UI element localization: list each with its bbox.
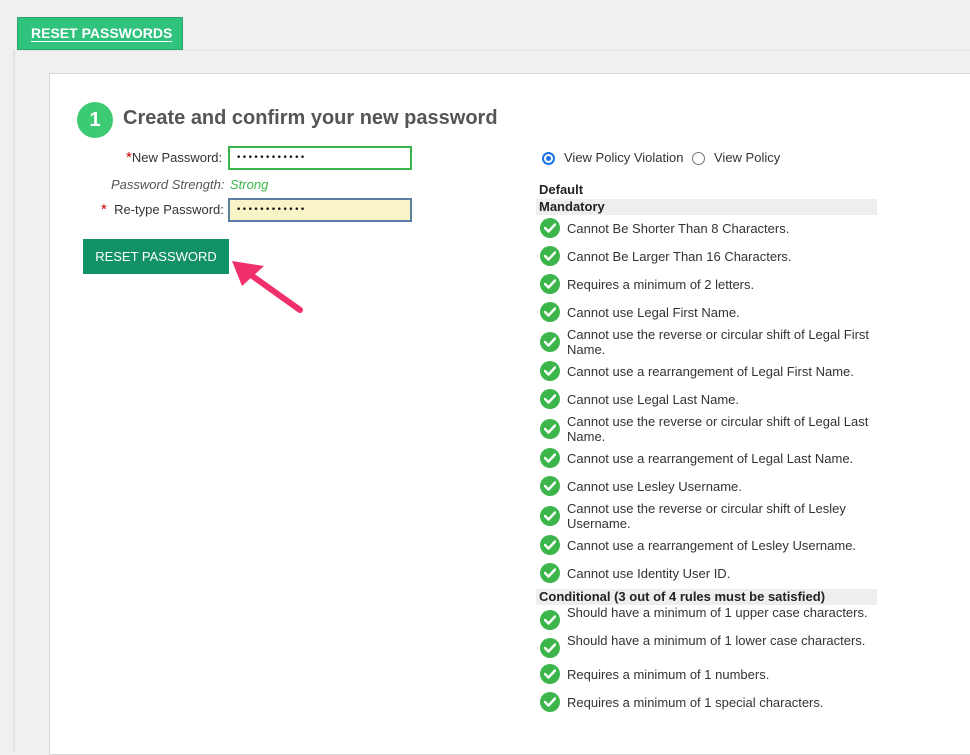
check-icon — [540, 506, 560, 526]
rule-text: Requires a minimum of 1 numbers. — [567, 667, 770, 682]
page-title: Create and confirm your new password — [123, 107, 498, 129]
check-icon — [540, 563, 560, 583]
check-icon — [540, 692, 560, 712]
rule-text: Cannot use Legal Last Name. — [567, 392, 739, 407]
conditional-heading: Conditional (3 out of 4 rules must be sa… — [536, 589, 877, 605]
password-strength-label: Password Strength: — [111, 177, 225, 192]
rule-text: Should have a minimum of 1 lower case ch… — [567, 633, 866, 648]
rule-text: Should have a minimum of 1 upper case ch… — [567, 605, 868, 620]
rule-text: Requires a minimum of 2 letters. — [567, 277, 755, 292]
policy-name: Default — [539, 182, 584, 197]
pointer-arrow-icon — [232, 261, 303, 313]
check-icon — [540, 448, 560, 468]
password-strength-value: Strong — [230, 177, 269, 192]
check-icon — [540, 535, 560, 555]
rule-text: Cannot use the reverse or circular shift… — [567, 327, 870, 357]
rule-text: Cannot use the reverse or circular shift… — [567, 501, 846, 531]
check-icon — [540, 332, 560, 352]
check-icon — [540, 274, 560, 294]
mandatory-heading: Mandatory — [536, 199, 877, 215]
rule-text: Cannot use a rearrangement of Legal Last… — [567, 451, 854, 466]
step-number-badge: 1 — [77, 102, 113, 138]
check-icon — [540, 246, 560, 266]
new-password-field[interactable] — [228, 146, 412, 170]
check-icon — [540, 476, 560, 496]
tab-label: RESET PASSWORDS — [31, 25, 173, 41]
check-icon — [540, 664, 560, 684]
view-policy-label[interactable]: View Policy — [714, 150, 780, 165]
check-icon — [540, 610, 560, 630]
rule-text: Requires a minimum of 1 special characte… — [567, 695, 824, 710]
check-icon — [540, 302, 560, 322]
retype-password-label: Re-type Password: — [114, 202, 224, 217]
rule-text: Cannot use Legal First Name. — [567, 305, 740, 320]
view-policy-violation-label[interactable]: View Policy Violation — [564, 150, 683, 165]
rule-text: Cannot use a rearrangement of Lesley Use… — [567, 538, 857, 553]
check-icon — [540, 389, 560, 409]
required-asterisk: * — [101, 201, 107, 218]
reset-passwords-tab[interactable]: RESET PASSWORDS — [17, 17, 183, 50]
rule-text: Cannot use Lesley Username. — [567, 479, 742, 494]
rule-text: Cannot use a rearrangement of Legal Firs… — [567, 364, 854, 379]
check-icon — [540, 361, 560, 381]
rule-text: Cannot Be Larger Than 16 Characters. — [567, 249, 792, 264]
check-icon — [540, 419, 560, 439]
check-icon — [540, 638, 560, 658]
rule-text: Cannot use the reverse or circular shift… — [567, 414, 869, 444]
rule-text: Cannot Be Shorter Than 8 Characters. — [567, 221, 790, 236]
view-policy-radio[interactable] — [692, 152, 705, 165]
new-password-label: New Password: — [131, 150, 223, 165]
rule-text: Cannot use Identity User ID. — [567, 566, 731, 581]
retype-password-label-group: * Re-type Password: — [101, 201, 224, 218]
reset-password-button[interactable]: RESET PASSWORD — [83, 239, 229, 274]
retype-password-field[interactable] — [228, 198, 412, 222]
new-password-label-group: *New Password: — [126, 149, 222, 166]
view-policy-violation-radio[interactable] — [542, 152, 555, 165]
check-icon — [540, 218, 560, 238]
